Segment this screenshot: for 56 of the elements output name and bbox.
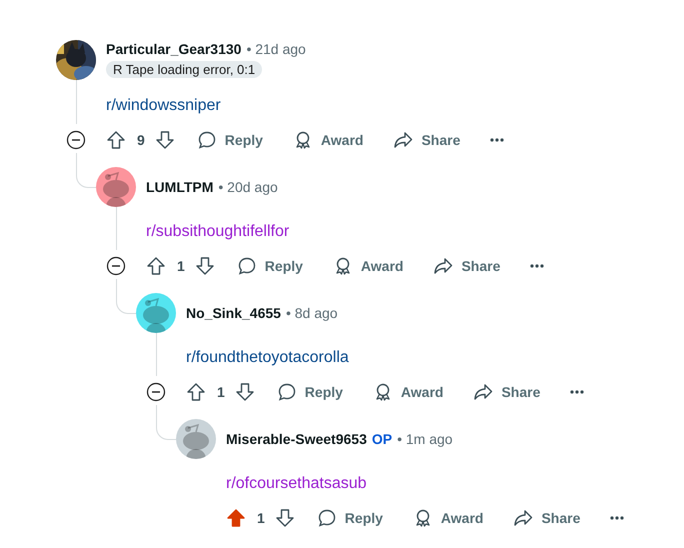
downvote-icon[interactable] [154, 130, 175, 150]
share-icon [473, 382, 494, 402]
timestamp: • 1m ago [397, 431, 453, 447]
thread-connector [156, 405, 176, 440]
collapse-button[interactable] [146, 382, 166, 402]
timestamp: • 21d ago [246, 41, 306, 57]
more-icon[interactable] [570, 390, 584, 394]
vote-count: 1 [257, 510, 265, 526]
downvote-icon[interactable] [274, 508, 295, 528]
share-icon [393, 130, 414, 150]
vote-count: 9 [137, 132, 145, 148]
more-icon[interactable] [490, 138, 504, 142]
upvote-icon[interactable] [106, 130, 126, 150]
reply-button[interactable]: Reply [308, 502, 391, 534]
award-button[interactable]: Award [364, 376, 452, 408]
reply-button[interactable]: Reply [228, 250, 311, 282]
thread-connector [116, 279, 136, 314]
share-button[interactable]: Share [385, 124, 468, 156]
downvote-icon[interactable] [194, 256, 215, 276]
user-flair: R Tape loading error, 0:1 [106, 61, 262, 78]
award-button[interactable]: Award [284, 124, 372, 156]
upvote-icon[interactable] [226, 508, 246, 528]
reply-button[interactable]: Reply [188, 124, 271, 156]
speech-bubble-icon [196, 130, 217, 150]
subreddit-link[interactable]: r/ofcoursethatsasub [226, 475, 367, 492]
award-button[interactable]: Award [404, 502, 492, 534]
timestamp: • 8d ago [286, 305, 338, 321]
share-button[interactable]: Share [465, 376, 548, 408]
upvote-icon[interactable] [146, 256, 166, 276]
collapse-button[interactable] [66, 130, 86, 150]
share-button[interactable]: Share [425, 250, 508, 282]
author-name[interactable]: LUMLTPM [146, 179, 214, 195]
speech-bubble-icon [316, 508, 337, 528]
vote-count: 1 [217, 384, 225, 400]
reply-button[interactable]: Reply [268, 376, 351, 408]
speech-bubble-icon [276, 382, 297, 402]
share-icon [513, 508, 534, 528]
more-icon[interactable] [610, 516, 624, 520]
share-button[interactable]: Share [505, 502, 588, 534]
author-name[interactable]: No_Sink_4655 [186, 305, 281, 321]
speech-bubble-icon [236, 256, 257, 276]
award-button[interactable]: Award [324, 250, 412, 282]
subreddit-link[interactable]: r/subsithoughtifellfor [146, 223, 290, 240]
subreddit-link[interactable]: r/foundthetoyotacorolla [186, 349, 349, 366]
subreddit-link[interactable]: r/windowssniper [106, 97, 221, 114]
more-icon[interactable] [530, 264, 544, 268]
author-name[interactable]: Particular_Gear3130 [106, 41, 242, 57]
upvote-icon[interactable] [186, 382, 206, 402]
thread-connector [76, 153, 96, 188]
share-icon [433, 256, 454, 276]
author-name[interactable]: Miserable-Sweet9653 [226, 431, 367, 447]
downvote-icon[interactable] [234, 382, 255, 402]
vote-count: 1 [177, 258, 185, 274]
op-label: OP [372, 431, 392, 447]
timestamp: • 20d ago [218, 179, 278, 195]
collapse-button[interactable] [106, 256, 126, 276]
